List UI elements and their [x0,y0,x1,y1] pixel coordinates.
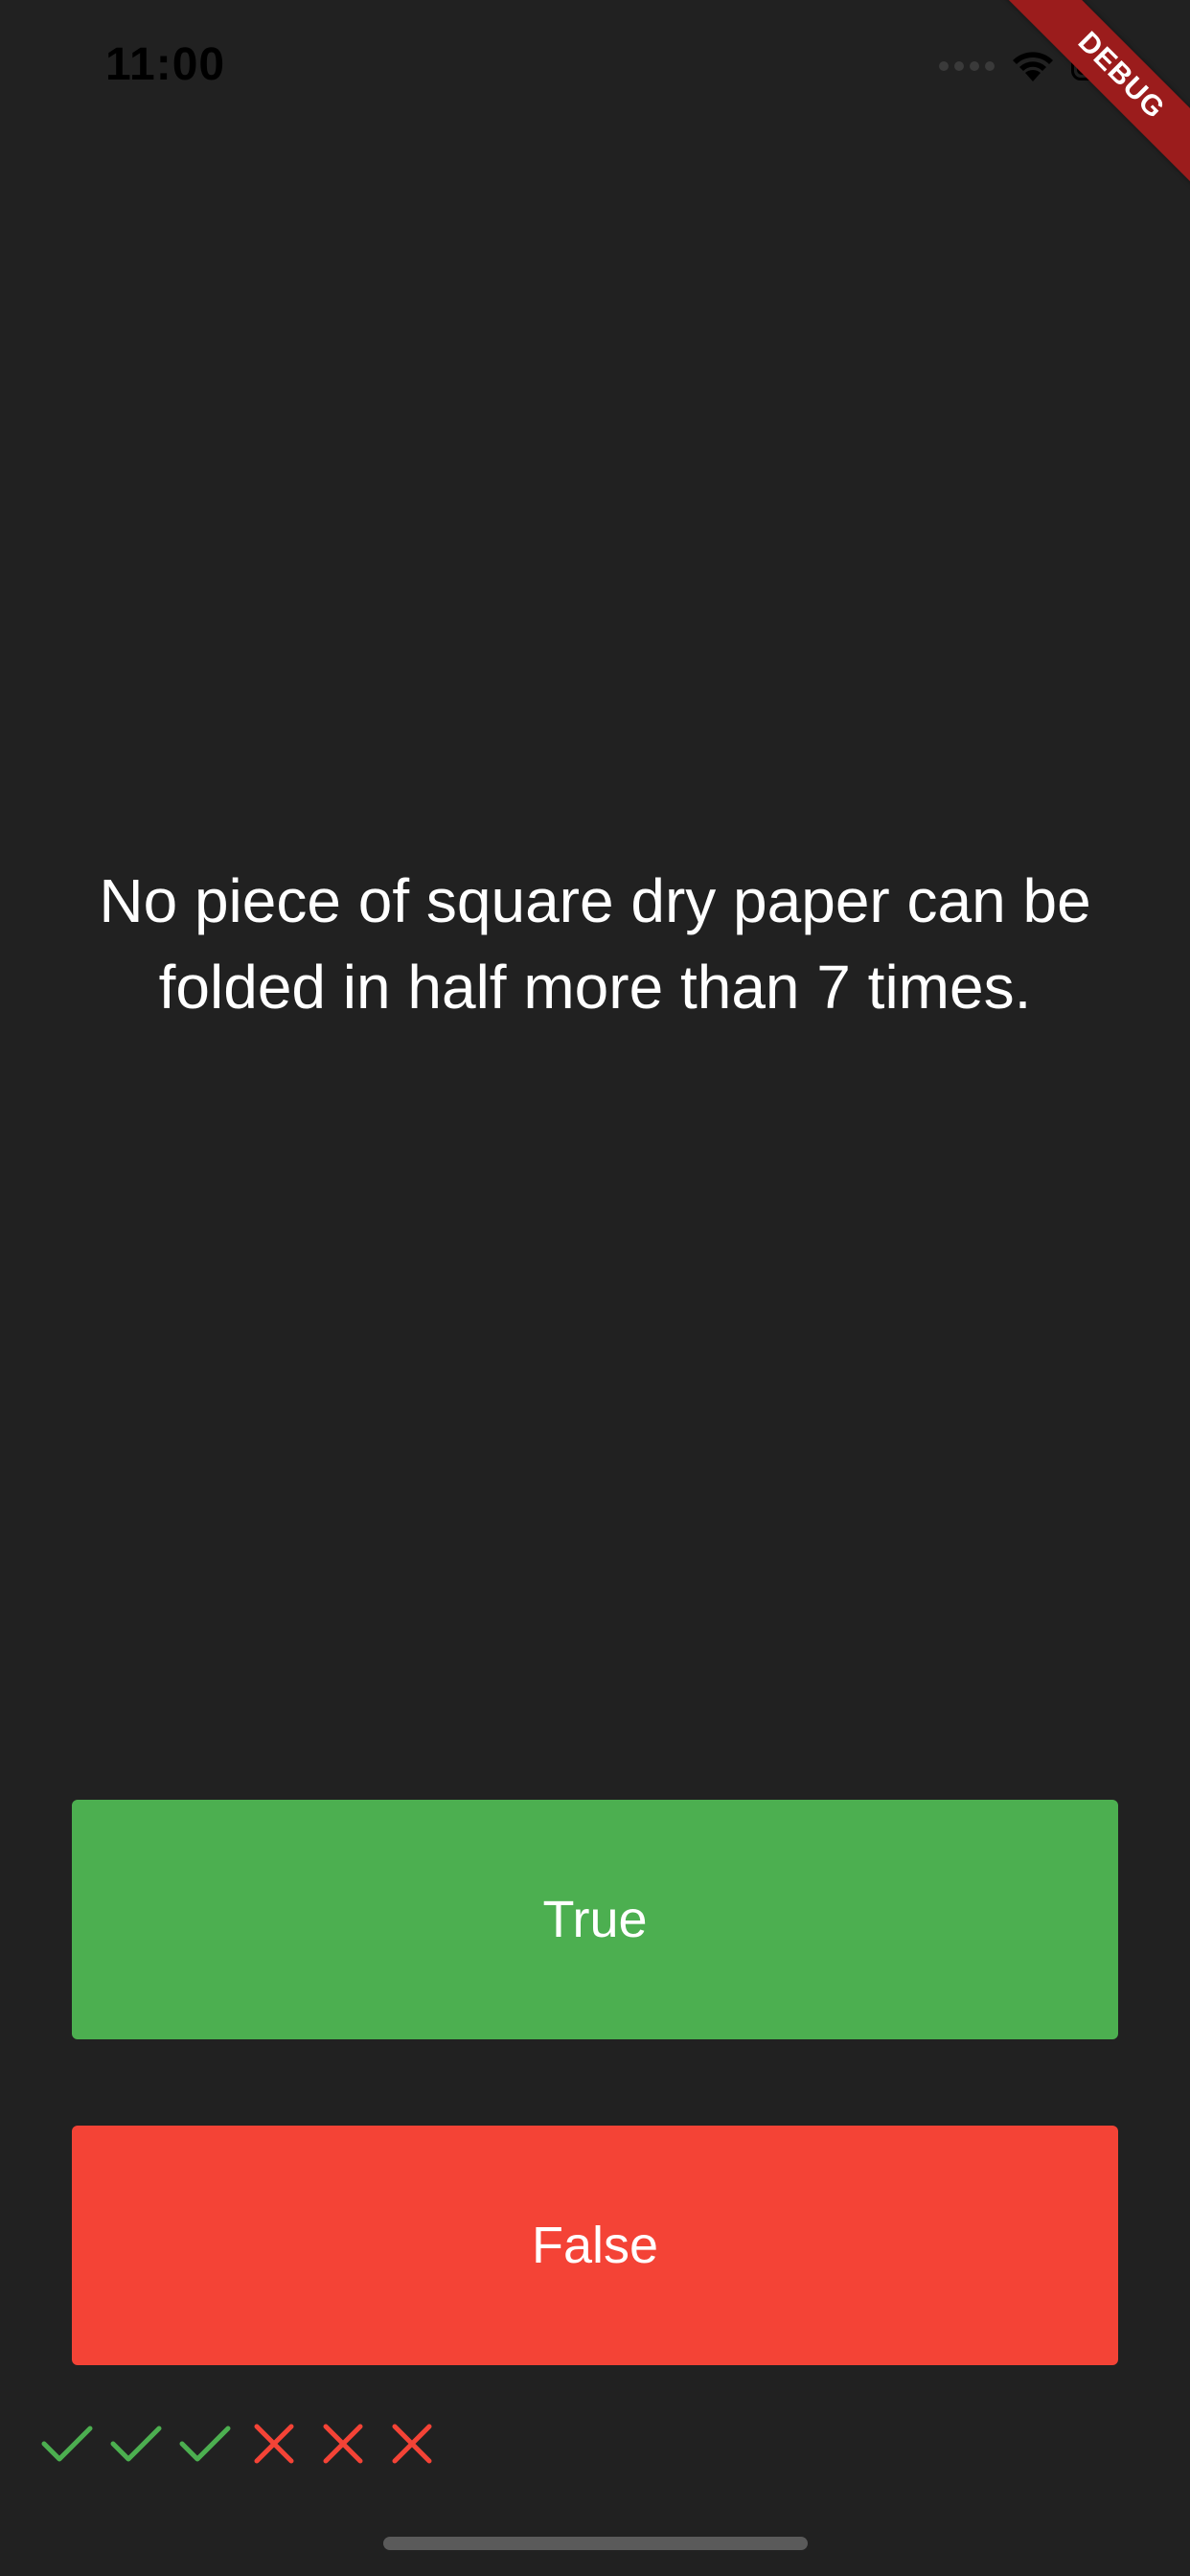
wifi-icon [1010,49,1056,83]
status-bar-icons [939,42,1138,90]
question-text: No piece of square dry paper can be fold… [99,866,1091,1022]
score-keeper [36,2417,443,2471]
battery-level-fill [1077,58,1127,75]
cellular-signal-icon [939,61,995,71]
debug-banner-label: DEBUG [1000,0,1190,192]
debug-banner: DEBUG [998,0,1190,192]
battery-icon [1071,52,1138,80]
false-button-label: False [531,2217,659,2274]
status-bar-time: 11:00 [105,39,226,90]
true-button[interactable]: True [72,1800,1118,2039]
close-icon [381,2417,443,2471]
home-indicator[interactable] [383,2537,808,2550]
check-icon [105,2417,167,2471]
close-icon [312,2417,374,2471]
close-icon [243,2417,305,2471]
check-icon [36,2417,98,2471]
quiz-screen: 11:00 DEBUG No piece of square dry paper… [0,0,1190,2576]
true-button-label: True [542,1891,648,1948]
false-button[interactable]: False [72,2126,1118,2365]
check-icon [174,2417,236,2471]
